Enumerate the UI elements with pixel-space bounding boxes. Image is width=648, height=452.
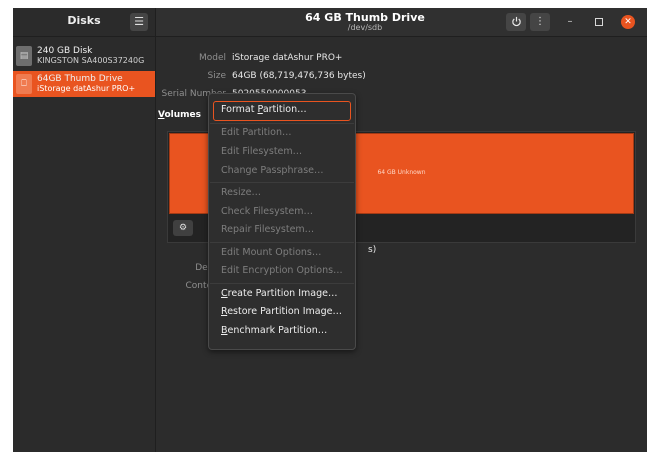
disk-model: iStorage datAshur PRO+ [37, 84, 136, 93]
menu-item-change-passphrase[interactable]: Change Passphrase… [221, 165, 324, 176]
partition-options-button[interactable]: ⚙ [173, 220, 193, 236]
power-off-button[interactable] [506, 13, 526, 31]
maximize-button[interactable] [592, 15, 606, 31]
menu-item-edit-partition[interactable]: Edit Partition… [221, 127, 292, 138]
power-icon [511, 16, 521, 27]
vertical-dots-icon: ⋮ [535, 16, 545, 27]
menu-item-repair-filesystem[interactable]: Repair Filesystem… [221, 224, 314, 235]
menu-item-check-filesystem[interactable]: Check Filesystem… [221, 206, 313, 217]
hamburger-icon: ☰ [134, 15, 144, 28]
sidebar-header: Disks ☰ [13, 8, 156, 36]
disk-list: ▤ 240 GB Disk KINGSTON SA400S37240G ⎕ 64… [13, 37, 156, 452]
menu-item-edit-encryption-options[interactable]: Edit Encryption Options… [221, 265, 343, 276]
disk-name: 64GB Thumb Drive [37, 74, 123, 84]
close-button[interactable]: ✕ [621, 15, 635, 29]
menu-separator [210, 182, 354, 183]
size-label: Size [207, 71, 226, 81]
disk-item-64gb-thumb-drive[interactable]: ⎕ 64GB Thumb Drive iStorage datAshur PRO… [13, 71, 155, 97]
maximize-icon [595, 18, 603, 26]
menu-separator [210, 123, 354, 124]
menu-item-create-partition-image[interactable]: Create Partition Image… [221, 288, 337, 299]
drive-options-button[interactable]: ⋮ [530, 13, 550, 31]
header-bar: Disks ☰ 64 GB Thumb Drive /dev/sdb ⋮ – ✕ [13, 8, 647, 37]
minimize-icon: – [567, 16, 573, 27]
menu-item-benchmark-partition[interactable]: Benchmark Partition… [221, 325, 327, 336]
volumes-heading: Volumes [158, 110, 201, 120]
partition-options-menu: Format Partition… Edit Partition… Edit F… [208, 93, 356, 350]
hard-disk-icon: ▤ [16, 46, 32, 66]
menu-separator [210, 283, 354, 284]
disk-model: KINGSTON SA400S37240G [37, 56, 145, 65]
disk-item-240gb[interactable]: ▤ 240 GB Disk KINGSTON SA400S37240G [13, 43, 155, 69]
close-icon: ✕ [624, 17, 632, 27]
model-value: iStorage datAshur PRO+ [232, 53, 343, 63]
menu-item-edit-filesystem[interactable]: Edit Filesystem… [221, 146, 302, 157]
menu-item-format-partition[interactable]: Format Partition… [221, 104, 307, 115]
app-menu-button[interactable]: ☰ [130, 13, 148, 31]
menu-item-edit-mount-options[interactable]: Edit Mount Options… [221, 247, 321, 258]
gears-icon: ⚙ [178, 223, 188, 233]
minimize-button[interactable]: – [563, 15, 577, 29]
model-label: Model [198, 53, 226, 63]
size-value: 64GB (68,719,476,736 bytes) [232, 71, 366, 81]
menu-item-resize[interactable]: Resize… [221, 187, 261, 198]
disk-name: 240 GB Disk [37, 46, 93, 56]
menu-separator [210, 242, 354, 243]
volume-size-value: s) [368, 245, 377, 255]
usb-icon: ⎕ [16, 74, 32, 94]
menu-item-restore-partition-image[interactable]: Restore Partition Image… [221, 306, 342, 317]
